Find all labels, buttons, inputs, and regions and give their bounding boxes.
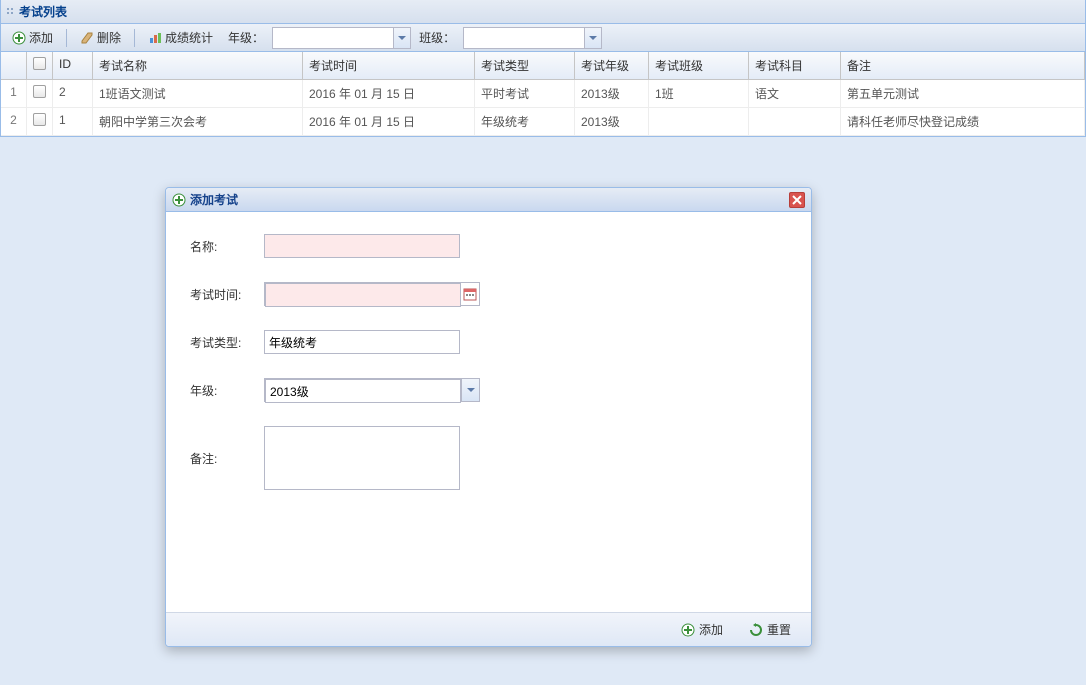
add-icon — [681, 623, 695, 637]
table-row[interactable]: 1 2 1班语文测试 2016 年 01 月 15 日 平时考试 2013级 1… — [1, 80, 1085, 108]
panel-header: 考试列表 — [0, 0, 1086, 24]
note-label: 备注: — [190, 426, 264, 467]
col-id[interactable]: ID — [53, 52, 93, 79]
stats-label: 成绩统计 — [165, 29, 213, 46]
col-note[interactable]: 备注 — [841, 52, 1085, 79]
add-icon — [12, 31, 26, 45]
grade-input[interactable] — [265, 379, 461, 403]
dialog-reset-button[interactable]: 重置 — [741, 618, 799, 641]
separator — [134, 29, 135, 47]
col-checkbox[interactable] — [27, 52, 53, 79]
delete-icon — [80, 31, 94, 45]
class-input[interactable] — [464, 28, 584, 48]
col-subject[interactable]: 考试科目 — [749, 52, 841, 79]
dialog-title: 添加考试 — [190, 191, 238, 208]
grade-label: 年级： — [224, 29, 268, 46]
name-input[interactable] — [264, 234, 460, 258]
col-grade[interactable]: 考试年级 — [575, 52, 649, 79]
col-time[interactable]: 考试时间 — [303, 52, 475, 79]
exam-grid: ID 考试名称 考试时间 考试类型 考试年级 考试班级 考试科目 备注 1 2 … — [0, 52, 1086, 137]
dialog-header[interactable]: 添加考试 — [166, 188, 811, 212]
cell-subject — [749, 108, 841, 135]
reset-icon — [749, 623, 763, 637]
cell-time: 2016 年 01 月 15 日 — [303, 108, 475, 135]
toolbar: 添加 删除 成绩统计 年级： 班级： — [0, 24, 1086, 52]
cell-type: 年级统考 — [475, 108, 575, 135]
checkbox-icon[interactable] — [33, 57, 46, 70]
checkbox-icon[interactable] — [33, 85, 46, 98]
cell-class — [649, 108, 749, 135]
cell-name: 朝阳中学第三次会考 — [93, 108, 303, 135]
cell-note: 第五单元测试 — [841, 80, 1085, 107]
class-combo[interactable] — [463, 27, 602, 49]
delete-button[interactable]: 删除 — [73, 26, 128, 49]
dialog-add-label: 添加 — [699, 621, 723, 638]
add-icon — [172, 193, 186, 207]
row-checkbox[interactable] — [27, 108, 53, 135]
separator — [66, 29, 67, 47]
time-input[interactable] — [265, 283, 461, 307]
cell-id: 2 — [53, 80, 93, 107]
type-input[interactable] — [264, 330, 460, 354]
panel-title: 考试列表 — [19, 3, 67, 20]
cell-subject: 语文 — [749, 80, 841, 107]
name-label: 名称: — [190, 234, 264, 255]
cell-grade: 2013级 — [575, 108, 649, 135]
close-button[interactable] — [789, 192, 805, 208]
rownum: 2 — [1, 108, 27, 135]
close-icon — [792, 195, 802, 205]
grade-label: 年级: — [190, 378, 264, 399]
cell-type: 平时考试 — [475, 80, 575, 107]
col-class[interactable]: 考试班级 — [649, 52, 749, 79]
col-type[interactable]: 考试类型 — [475, 52, 575, 79]
type-label: 考试类型: — [190, 330, 264, 351]
table-row[interactable]: 2 1 朝阳中学第三次会考 2016 年 01 月 15 日 年级统考 2013… — [1, 108, 1085, 136]
checkbox-icon[interactable] — [33, 113, 46, 126]
add-label: 添加 — [29, 29, 53, 46]
cell-id: 1 — [53, 108, 93, 135]
grade-combo[interactable] — [264, 378, 480, 402]
dialog-body: 名称: 考试时间: 考试类型: 年级: — [166, 212, 811, 612]
cell-grade: 2013级 — [575, 80, 649, 107]
rownum: 1 — [1, 80, 27, 107]
chevron-down-icon[interactable] — [584, 28, 601, 48]
calendar-icon[interactable] — [461, 283, 479, 305]
chevron-down-icon[interactable] — [461, 379, 479, 401]
cell-time: 2016 年 01 月 15 日 — [303, 80, 475, 107]
row-checkbox[interactable] — [27, 80, 53, 107]
grade-combo[interactable] — [272, 27, 411, 49]
class-label: 班级： — [415, 29, 459, 46]
col-rownum — [1, 52, 27, 79]
chart-icon — [148, 31, 162, 45]
dialog-add-button[interactable]: 添加 — [673, 618, 731, 641]
chevron-down-icon[interactable] — [393, 28, 410, 48]
grade-input[interactable] — [273, 28, 393, 48]
delete-label: 删除 — [97, 29, 121, 46]
time-date-field[interactable] — [264, 282, 480, 306]
cell-name: 1班语文测试 — [93, 80, 303, 107]
dialog-footer: 添加 重置 — [166, 612, 811, 646]
time-label: 考试时间: — [190, 282, 264, 303]
add-exam-dialog: 添加考试 名称: 考试时间: 考试类型: — [165, 187, 812, 647]
cell-note: 请科任老师尽快登记成绩 — [841, 108, 1085, 135]
stats-button[interactable]: 成绩统计 — [141, 26, 220, 49]
grid-header: ID 考试名称 考试时间 考试类型 考试年级 考试班级 考试科目 备注 — [1, 52, 1085, 80]
dialog-reset-label: 重置 — [767, 621, 791, 638]
cell-class: 1班 — [649, 80, 749, 107]
note-textarea[interactable] — [264, 426, 460, 490]
col-name[interactable]: 考试名称 — [93, 52, 303, 79]
add-button[interactable]: 添加 — [5, 26, 60, 49]
